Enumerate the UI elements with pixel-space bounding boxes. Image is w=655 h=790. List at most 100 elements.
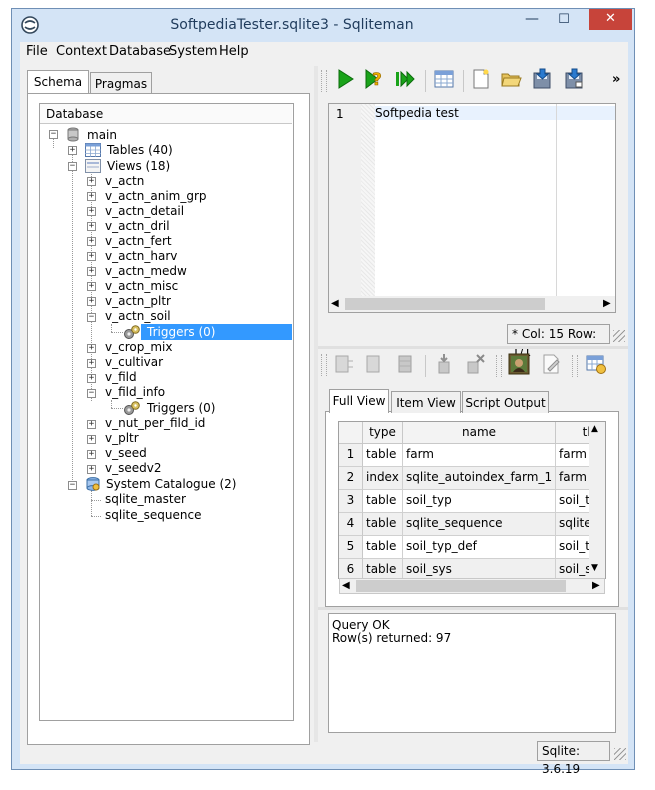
explain-query-icon[interactable]: ? — [363, 68, 385, 90]
tree-item-view[interactable]: v_actn_misc — [105, 279, 178, 294]
editor-text[interactable]: Softpedia test — [375, 106, 459, 120]
expand-toggle[interactable]: + — [68, 146, 77, 155]
tree-item-view[interactable]: v_cultivar — [105, 355, 163, 370]
grid-corner[interactable] — [339, 422, 363, 444]
scrollbar-thumb[interactable] — [356, 580, 566, 592]
tree-item-view[interactable]: v_actn_soil — [105, 309, 171, 324]
expand-toggle[interactable]: + — [87, 222, 96, 231]
collapse-toggle[interactable]: − — [68, 162, 77, 171]
expand-toggle[interactable]: + — [87, 177, 96, 186]
tree-item-view[interactable]: v_actn_anim_grp — [105, 189, 207, 204]
expand-toggle[interactable]: + — [87, 192, 96, 201]
tree-item-view[interactable]: v_actn_medw — [105, 264, 187, 279]
export-data-icon[interactable] — [585, 353, 607, 375]
menu-help[interactable]: Help — [219, 44, 249, 60]
row-header[interactable]: 4 — [339, 513, 363, 536]
insert-row-icon[interactable] — [332, 353, 354, 375]
grid-cell[interactable]: table — [363, 444, 403, 467]
menu-system[interactable]: System — [169, 44, 217, 60]
tree-item-triggers[interactable]: Triggers (0) — [147, 401, 215, 416]
column-header[interactable]: type — [363, 422, 403, 444]
grid-cell[interactable]: index — [363, 467, 403, 490]
tree-item-view[interactable]: v_fild_info — [105, 385, 165, 400]
tab-schema[interactable]: Schema — [27, 70, 89, 94]
expand-toggle[interactable]: + — [87, 450, 96, 459]
results-grid[interactable]: type name tb 1 table farm farm 2 index s… — [338, 421, 606, 579]
maximize-button[interactable]: ☐ — [553, 12, 575, 28]
tree-item-system-catalogue[interactable]: System Catalogue (2) — [106, 477, 236, 492]
tree-item-view[interactable]: v_pltr — [105, 431, 139, 446]
tree-item-main[interactable]: main — [87, 128, 117, 143]
expand-toggle[interactable]: + — [87, 207, 96, 216]
menu-context[interactable]: Context — [56, 44, 107, 60]
expand-toggle[interactable]: + — [87, 359, 96, 368]
menu-database[interactable]: Database — [109, 44, 171, 60]
tree-item-view[interactable]: v_seedv2 — [105, 461, 161, 476]
toolbar-grip[interactable] — [321, 354, 327, 376]
expand-toggle[interactable]: + — [87, 252, 96, 261]
grid-cell[interactable]: soil_typ_def — [403, 536, 556, 559]
scroll-left-arrow-icon[interactable]: ◀ — [331, 298, 339, 309]
row-header[interactable]: 6 — [339, 559, 363, 578]
splitter-handle[interactable] — [314, 66, 318, 742]
grid-cell[interactable]: sqlite_sequence — [403, 513, 556, 536]
scroll-right-arrow-icon[interactable]: ▶ — [603, 298, 611, 309]
grid-cell[interactable]: farm — [403, 444, 556, 467]
expand-toggle[interactable]: + — [87, 465, 96, 474]
expand-toggle[interactable]: + — [87, 420, 96, 429]
tree-item-view[interactable]: v_actn_fert — [105, 234, 172, 249]
expand-toggle[interactable]: + — [87, 237, 96, 246]
scroll-up-arrow-icon[interactable]: ▲ — [591, 424, 598, 434]
collapse-toggle[interactable]: − — [49, 130, 58, 139]
collapse-toggle[interactable]: − — [68, 481, 77, 490]
toolbar-overflow-button[interactable]: » — [612, 72, 620, 87]
tree-item-triggers-selected[interactable]: Triggers (0) — [147, 325, 215, 340]
collapse-toggle[interactable]: − — [87, 389, 96, 398]
delete-row-icon[interactable] — [394, 353, 416, 375]
expand-toggle[interactable]: + — [87, 267, 96, 276]
commit-changes-icon[interactable] — [433, 353, 455, 375]
tree-item-sqlite-master[interactable]: sqlite_master — [105, 492, 186, 507]
row-header[interactable]: 5 — [339, 536, 363, 559]
tab-pragmas[interactable]: Pragmas — [90, 72, 152, 94]
grid-cell[interactable]: table — [363, 559, 403, 578]
tab-script-output[interactable]: Script Output — [462, 391, 549, 413]
tree-item-tables[interactable]: Tables (40) — [107, 143, 173, 158]
tab-full-view[interactable]: Full View — [329, 389, 389, 413]
query-builder-icon[interactable] — [433, 68, 455, 90]
expand-toggle[interactable]: + — [87, 374, 96, 383]
grid-cell[interactable]: table — [363, 536, 403, 559]
grid-cell[interactable]: table — [363, 513, 403, 536]
toolbar-grip[interactable] — [496, 355, 502, 377]
scrollbar-thumb[interactable] — [345, 298, 545, 310]
size-grip[interactable] — [613, 330, 625, 342]
grid-cell[interactable]: soil_sys — [403, 559, 556, 578]
tree-item-view[interactable]: v_actn_detail — [105, 204, 184, 219]
tree-item-view[interactable]: v_actn_harv — [105, 249, 177, 264]
grid-cell[interactable]: soil_typ — [403, 490, 556, 513]
row-header[interactable]: 1 — [339, 444, 363, 467]
tree-item-view[interactable]: v_nut_per_fild_id — [105, 416, 205, 431]
splitter-handle[interactable] — [318, 607, 628, 610]
toolbar-grip[interactable] — [321, 70, 327, 92]
size-grip[interactable] — [614, 748, 626, 760]
duplicate-row-icon[interactable] — [362, 353, 384, 375]
row-header[interactable]: 3 — [339, 490, 363, 513]
expand-toggle[interactable]: + — [87, 297, 96, 306]
expand-toggle[interactable]: + — [87, 282, 96, 291]
tree-item-view[interactable]: v_actn — [105, 174, 144, 189]
new-file-icon[interactable] — [470, 68, 492, 90]
image-view-icon[interactable] — [508, 353, 530, 375]
tree-item-view[interactable]: v_seed — [105, 446, 147, 461]
tab-item-view[interactable]: Item View — [391, 391, 461, 413]
tree-item-views[interactable]: Views (18) — [107, 159, 170, 174]
grid-vertical-scrollbar[interactable] — [589, 422, 605, 578]
tree-item-view[interactable]: v_crop_mix — [105, 340, 172, 355]
menu-file[interactable]: File — [26, 44, 48, 60]
tree-item-sqlite-sequence[interactable]: sqlite_sequence — [105, 508, 201, 523]
tree-item-view[interactable]: v_actn_dril — [105, 219, 170, 234]
save-as-icon[interactable] — [563, 68, 585, 90]
scroll-left-arrow-icon[interactable]: ◀ — [342, 580, 350, 591]
expand-toggle[interactable]: + — [87, 435, 96, 444]
rollback-changes-icon[interactable] — [464, 353, 486, 375]
